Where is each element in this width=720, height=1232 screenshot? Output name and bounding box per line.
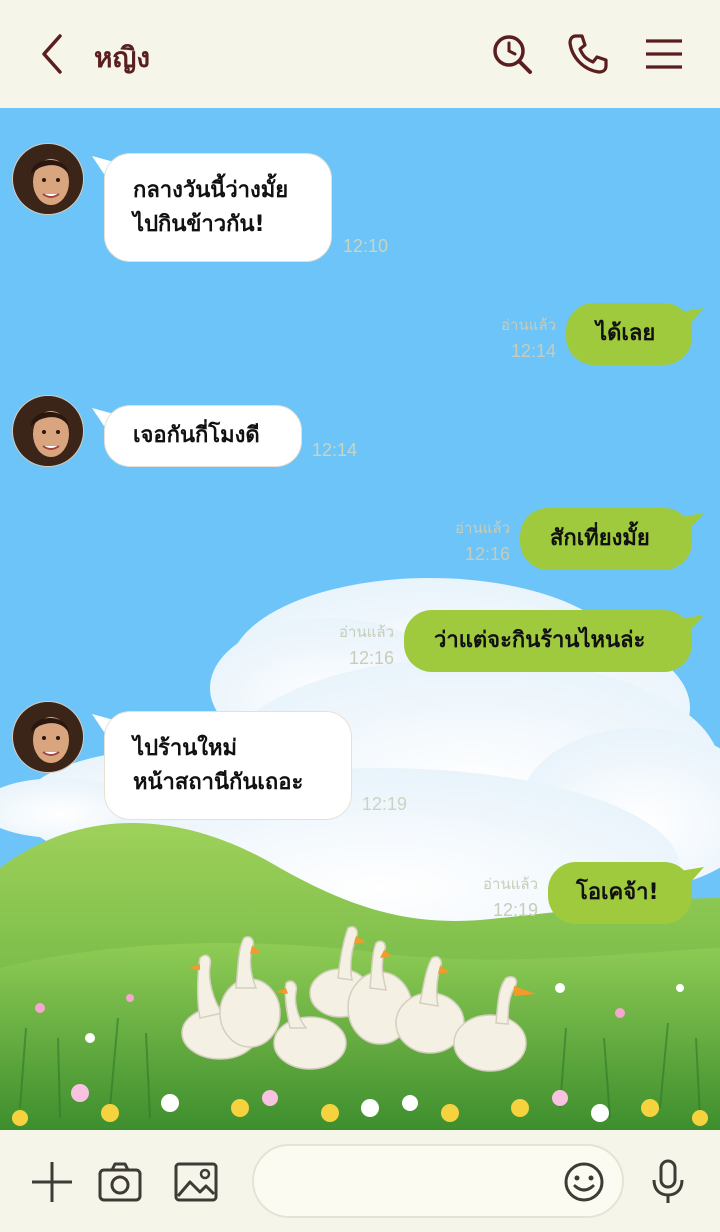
outgoing-message-bubble[interactable]: ว่าแต่จะกินร้านไหนล่ะ [404, 610, 692, 672]
phone-icon [568, 34, 608, 74]
contact-avatar[interactable] [12, 395, 84, 467]
message-input[interactable] [274, 1164, 554, 1200]
read-receipt: อ่านแล้ว [339, 624, 394, 641]
message-text: สักเที่ยงมั้ย [550, 526, 650, 551]
avatar-portrait-icon [13, 396, 83, 466]
search-button[interactable] [488, 30, 536, 78]
back-button[interactable] [36, 32, 72, 76]
contact-name: หญิง [94, 41, 150, 74]
microphone-icon [652, 1159, 684, 1203]
bubble-tail [680, 615, 704, 633]
message-time: 12:10 [343, 236, 389, 256]
search-icon [493, 35, 532, 74]
hamburger-menu-icon [646, 39, 682, 69]
contact-avatar[interactable] [12, 701, 84, 773]
call-button[interactable] [564, 30, 612, 78]
emoji-button[interactable] [562, 1160, 606, 1204]
outgoing-message-bubble[interactable]: ได้เลย [566, 303, 692, 365]
message-text: ได้เลย [596, 321, 656, 346]
message-list[interactable]: กลางวันนี้ว่างมั้ย ไปกินข้าวกัน! 12:10 อ… [0, 108, 720, 1130]
message-meta: อ่านแล้ว 12:16 [434, 516, 510, 565]
chat-header: หญิง [0, 0, 720, 108]
menu-button[interactable] [640, 30, 688, 78]
incoming-message-bubble[interactable]: กลางวันนี้ว่างมั้ย ไปกินข้าวกัน! [104, 153, 332, 262]
message-time: 12:16 [464, 544, 510, 564]
chevron-left-icon [42, 34, 62, 74]
camera-icon [98, 1162, 142, 1202]
image-button[interactable] [172, 1158, 220, 1206]
message-meta: อ่านแล้ว 12:16 [318, 620, 394, 669]
bubble-tail [680, 513, 704, 531]
message-input-box[interactable] [252, 1144, 624, 1218]
message-time: 12:14 [312, 440, 358, 460]
message-text: เจอกันกี่โมงดี [133, 423, 260, 448]
message-line: ไปร้านใหม่ [133, 736, 237, 761]
incoming-message-bubble[interactable]: เจอกันกี่โมงดี [104, 405, 302, 467]
outgoing-message-bubble[interactable]: สักเที่ยงมั้ย [520, 508, 692, 570]
voice-button[interactable] [644, 1158, 692, 1206]
smiley-icon [564, 1162, 604, 1202]
plus-icon [32, 1162, 72, 1202]
camera-button[interactable] [96, 1158, 144, 1206]
outgoing-message-bubble[interactable]: โอเคจ้า! [548, 862, 692, 924]
message-line: หน้าสถานีกันเถอะ [133, 770, 304, 795]
avatar-portrait-icon [13, 144, 83, 214]
add-button[interactable] [28, 1158, 76, 1206]
message-text: ว่าแต่จะกินร้านไหนล่ะ [434, 628, 646, 653]
read-receipt: อ่านแล้ว [501, 317, 556, 334]
message-composer [0, 1130, 720, 1232]
message-text: โอเคจ้า! [576, 880, 659, 905]
message-meta: อ่านแล้ว 12:14 [480, 313, 556, 362]
message-time: 12:19 [362, 794, 408, 814]
bubble-tail [680, 867, 704, 885]
contact-avatar[interactable] [12, 143, 84, 215]
incoming-message-bubble[interactable]: ไปร้านใหม่ หน้าสถานีกันเถอะ [104, 711, 352, 820]
image-icon [174, 1162, 218, 1202]
message-line: ไปกินข้าวกัน! [133, 212, 265, 237]
read-receipt: อ่านแล้ว [455, 520, 510, 537]
message-time: 12:19 [492, 900, 538, 920]
avatar-portrait-icon [13, 702, 83, 772]
bubble-tail [680, 308, 704, 326]
message-line: กลางวันนี้ว่างมั้ย [133, 178, 289, 203]
message-time: 12:16 [348, 648, 394, 668]
read-receipt: อ่านแล้ว [483, 876, 538, 893]
message-time: 12:14 [510, 341, 556, 361]
message-meta: อ่านแล้ว 12:19 [462, 872, 538, 921]
